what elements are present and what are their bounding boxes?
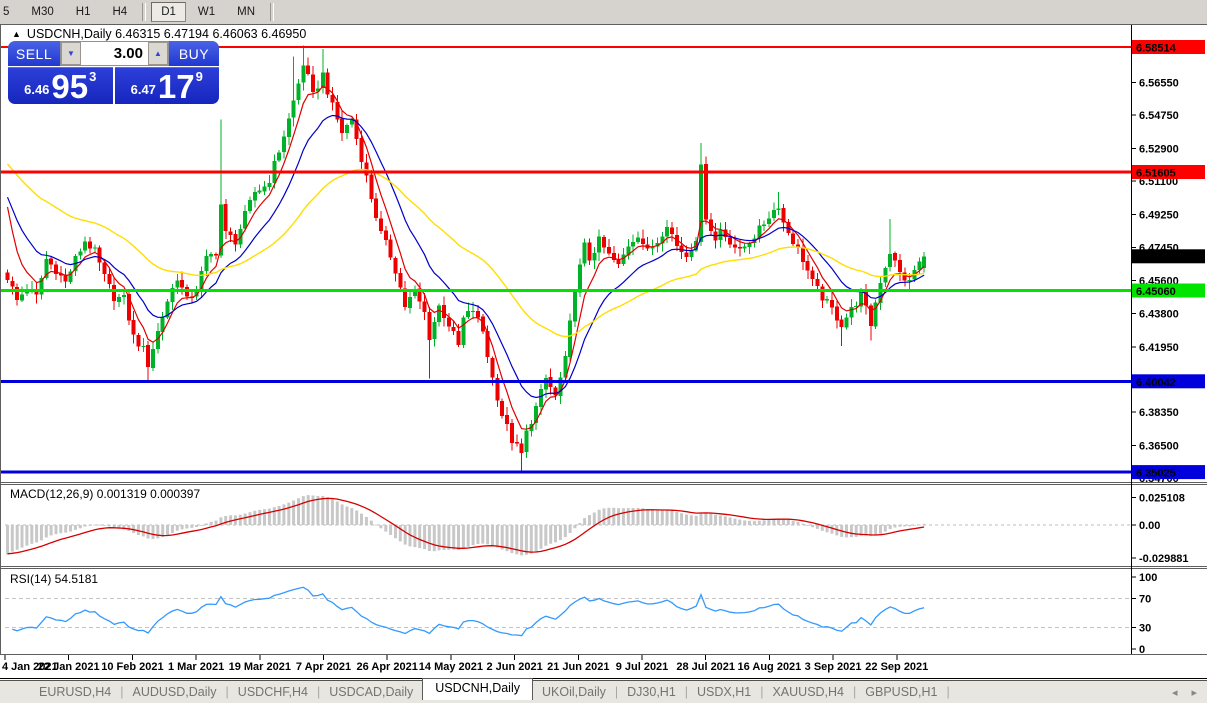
svg-text:6.36500: 6.36500 (1139, 440, 1179, 452)
svg-text:-0.029881: -0.029881 (1139, 553, 1189, 565)
chart-tabbar: EURUSD,H4|AUDUSD,Daily|USDCHF,H4|USDCAD,… (0, 680, 1207, 703)
svg-text:6.43800: 6.43800 (1139, 308, 1179, 320)
svg-text:9 Jul 2021: 9 Jul 2021 (616, 661, 669, 673)
volume-input[interactable]: 3.00 (81, 42, 148, 65)
svg-text:10 Feb 2021: 10 Feb 2021 (101, 661, 163, 673)
svg-text:22 Sep 2021: 22 Sep 2021 (865, 661, 928, 673)
svg-text:2 Jun 2021: 2 Jun 2021 (486, 661, 542, 673)
svg-text:6.51605: 6.51605 (1136, 168, 1176, 180)
svg-text:0: 0 (1139, 644, 1145, 656)
tab-separator: | (947, 685, 950, 699)
chart-tab-gbpusd-h1[interactable]: GBPUSD,H1 (856, 683, 946, 701)
svg-text:0.00: 0.00 (1139, 520, 1160, 532)
buy-price-pips: 17 (158, 71, 195, 102)
chart-header: ▲ USDCNH,Daily 6.46315 6.47194 6.46063 6… (12, 27, 306, 41)
svg-text:30: 30 (1139, 622, 1151, 634)
tab-scroll-left-icon[interactable]: ◂ (1172, 686, 1178, 699)
volume-decrease-button[interactable]: ▼ (61, 42, 81, 65)
rsi-indicator-label: RSI(14) 54.5181 (10, 572, 98, 586)
svg-text:7 Apr 2021: 7 Apr 2021 (296, 661, 351, 673)
volume-spinner: ▼ 3.00 ▲ (60, 41, 169, 66)
svg-text:6.54750: 6.54750 (1139, 110, 1179, 122)
chart-tab-ukoil-daily[interactable]: UKOil,Daily (533, 683, 615, 701)
chart-tab-audusd-daily[interactable]: AUDUSD,Daily (124, 683, 226, 701)
chart-header-ohlc: USDCNH,Daily 6.46315 6.47194 6.46063 6.4… (27, 27, 306, 41)
svg-text:6.58514: 6.58514 (1136, 43, 1177, 55)
svg-text:6.41950: 6.41950 (1139, 342, 1179, 354)
tab-scroll-right-icon[interactable]: ▸ (1191, 686, 1197, 699)
svg-text:6.35025: 6.35025 (1136, 468, 1176, 480)
sell-price-display[interactable]: 6.46 95 3 (8, 67, 113, 104)
svg-text:70: 70 (1139, 594, 1151, 606)
svg-text:6.46950: 6.46950 (1136, 252, 1176, 264)
svg-text:19 Mar 2021: 19 Mar 2021 (229, 661, 291, 673)
chart-tab-usdcnh-daily[interactable]: USDCNH,Daily (422, 678, 533, 700)
svg-text:14 May 2021: 14 May 2021 (419, 661, 483, 673)
svg-text:6.40042: 6.40042 (1136, 377, 1176, 389)
svg-text:26 Apr 2021: 26 Apr 2021 (357, 661, 418, 673)
svg-text:6.45060: 6.45060 (1136, 286, 1176, 298)
buy-button[interactable]: BUY (169, 41, 219, 66)
buy-price-prefix: 6.47 (131, 82, 156, 97)
sell-price-fraction: 3 (89, 69, 96, 84)
chart-tab-dj30-h1[interactable]: DJ30,H1 (618, 683, 685, 701)
svg-text:6.56550: 6.56550 (1139, 78, 1179, 90)
buy-price-display[interactable]: 6.47 17 9 (115, 67, 220, 104)
svg-text:21 Jun 2021: 21 Jun 2021 (547, 661, 609, 673)
sell-price-pips: 95 (51, 71, 88, 102)
svg-text:6.49250: 6.49250 (1139, 210, 1179, 222)
svg-text:0.025108: 0.025108 (1139, 492, 1185, 504)
chart-tab-usdchf-h4[interactable]: USDCHF,H4 (229, 683, 317, 701)
svg-text:100: 100 (1139, 572, 1157, 584)
chart-tab-usdcad-daily[interactable]: USDCAD,Daily (320, 683, 422, 701)
buy-price-fraction: 9 (196, 69, 203, 84)
sell-price-prefix: 6.46 (24, 82, 49, 97)
svg-text:28 Jul 2021: 28 Jul 2021 (676, 661, 735, 673)
svg-text:22 Jan 2021: 22 Jan 2021 (38, 661, 100, 673)
volume-increase-button[interactable]: ▲ (148, 42, 168, 65)
svg-text:6.52900: 6.52900 (1139, 144, 1179, 156)
sell-button[interactable]: SELL (8, 41, 60, 66)
chart-tab-xauusd-h4[interactable]: XAUUSD,H4 (763, 683, 853, 701)
collapse-arrow-icon[interactable]: ▲ (12, 30, 21, 39)
svg-text:3 Sep 2021: 3 Sep 2021 (805, 661, 862, 673)
svg-text:1 Mar 2021: 1 Mar 2021 (168, 661, 224, 673)
chart-tab-usdx-h1[interactable]: USDX,H1 (688, 683, 760, 701)
chart-tab-eurusd-h4[interactable]: EURUSD,H4 (30, 683, 120, 701)
one-click-trading-panel: SELL ▼ 3.00 ▲ BUY 6.46 95 3 6.47 17 9 (8, 41, 219, 104)
svg-text:6.38350: 6.38350 (1139, 407, 1179, 419)
macd-indicator-label: MACD(12,26,9) 0.001319 0.000397 (10, 487, 200, 501)
svg-text:16 Aug 2021: 16 Aug 2021 (738, 661, 802, 673)
